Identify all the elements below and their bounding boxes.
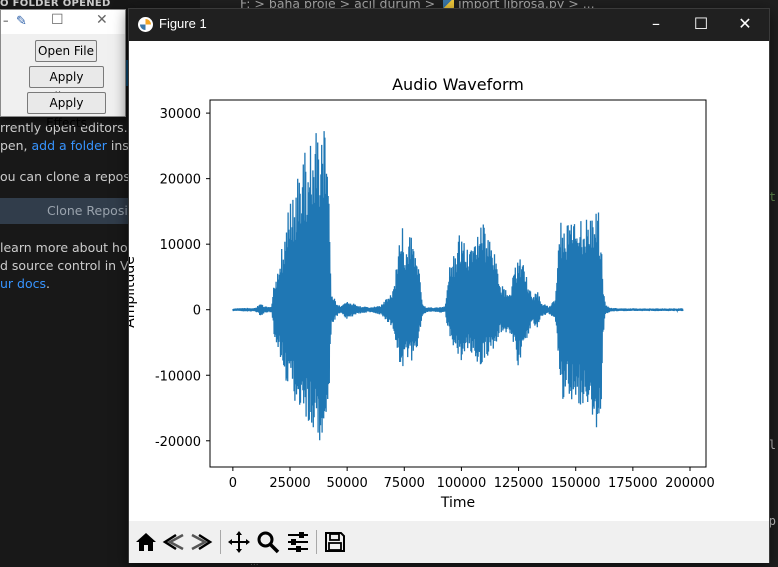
y-tick-label: -20000 xyxy=(155,435,201,450)
home-icon[interactable] xyxy=(134,530,158,554)
explorer-text-open: pen, add a folder instea xyxy=(0,138,149,153)
explorer-text-clone: ou can clone a reposito xyxy=(0,169,146,184)
explorer-text-source: d source control in VS xyxy=(0,258,137,273)
x-tick-label: 175000 xyxy=(608,476,658,491)
figure-title: Figure 1 xyxy=(159,16,207,31)
navigation-toolbar xyxy=(129,521,769,563)
minimize-icon[interactable]: – xyxy=(646,14,666,33)
close-icon[interactable]: ✕ xyxy=(96,12,108,28)
y-tick-label: 30000 xyxy=(160,107,201,122)
figure-window: Figure 1 – ☐ ✕ Audio Waveform 0 25000 5000… xyxy=(122,8,770,563)
y-tick-label: 0 xyxy=(193,304,201,319)
matplotlib-icon xyxy=(138,17,153,32)
save-icon[interactable] xyxy=(323,530,347,554)
explorer-open-prefix: pen, xyxy=(0,138,32,153)
y-axis-label: Amplitude xyxy=(129,256,138,328)
x-tick-label: 125000 xyxy=(494,476,544,491)
configure-subplots-icon[interactable] xyxy=(286,530,310,554)
forward-icon[interactable] xyxy=(189,530,213,554)
open-file-button[interactable]: Open File xyxy=(35,40,97,62)
apply-effects-button[interactable]: Apply Effects xyxy=(27,92,106,130)
explorer-header: O FOLDER OPENED xyxy=(0,0,111,9)
y-tick-label: 10000 xyxy=(160,238,201,253)
zoom-icon[interactable] xyxy=(256,530,280,554)
toolbar-separator xyxy=(316,530,317,554)
x-tick-label: 200000 xyxy=(665,476,715,491)
window-edge-icon: – xyxy=(3,14,9,27)
chart-title: Audio Waveform xyxy=(392,75,524,94)
axes: 0 25000 50000 75000 100000 125000 150000 175000… xyxy=(155,99,715,491)
x-axis-label: Time xyxy=(440,495,475,511)
docs-link[interactable]: ur docs xyxy=(0,276,46,291)
docs-suffix: . xyxy=(46,276,50,291)
tk-app-window: – ✎ ☐ ✕ Open File Apply Filters Apply Ef… xyxy=(0,9,126,130)
y-tick-label: -10000 xyxy=(155,369,201,384)
explorer-text-docs: ur docs. xyxy=(0,276,50,291)
x-tick-label: 0 xyxy=(229,476,237,491)
maximize-icon[interactable]: ☐ xyxy=(691,14,711,33)
waveform-series-line xyxy=(232,131,684,441)
add-folder-link[interactable]: add a folder xyxy=(32,138,107,153)
close-icon[interactable]: ✕ xyxy=(735,14,755,33)
waveform-chart: Audio Waveform 0 25000 50000 75000 100000 125… xyxy=(122,75,715,511)
tk-title-bar[interactable]: – ✎ ☐ ✕ xyxy=(1,10,125,34)
x-tick-label: 75000 xyxy=(384,476,425,491)
y-tick-label: 20000 xyxy=(160,173,201,188)
x-tick-label: 150000 xyxy=(551,476,601,491)
clone-repository-label: Clone Reposito xyxy=(47,203,141,218)
figure-title-bar[interactable]: Figure 1 – ☐ ✕ xyxy=(129,9,769,41)
x-tick-label: 100000 xyxy=(437,476,487,491)
back-icon[interactable] xyxy=(162,530,186,554)
maximize-icon[interactable]: ☐ xyxy=(51,12,64,28)
pan-icon[interactable] xyxy=(227,530,251,554)
x-tick-label: 25000 xyxy=(269,476,310,491)
x-tick-label: 50000 xyxy=(326,476,367,491)
tk-feather-icon: ✎ xyxy=(16,14,27,29)
explorer-text-learn: learn more about how xyxy=(0,240,138,255)
toolbar-separator xyxy=(220,530,221,554)
apply-filters-button[interactable]: Apply Filters xyxy=(29,66,104,104)
plot-area[interactable]: Audio Waveform 0 25000 50000 75000 100000 125… xyxy=(122,41,769,521)
